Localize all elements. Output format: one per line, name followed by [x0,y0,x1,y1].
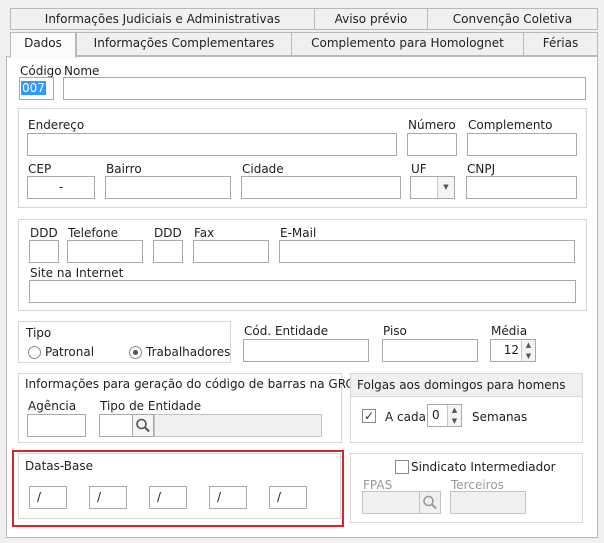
piso-label: Piso [383,324,407,338]
codigo-label: Código [20,64,62,78]
tipo-label: Tipo [26,326,52,340]
folgas-a-cada-label[interactable]: A cada [385,410,426,424]
cnpj-input[interactable] [466,176,577,199]
tab-convencao-coletiva[interactable]: Convenção Coletiva [427,8,598,30]
sindicato-checkbox[interactable] [395,460,409,474]
ddd2-label: DDD [154,226,182,240]
uf-label: UF [411,162,427,176]
tab-informacoes-complementares[interactable]: Informações Complementares [76,32,292,56]
tab-dados[interactable]: Dados [10,32,76,58]
telefone-input[interactable] [67,240,143,263]
bairro-label: Bairro [106,162,142,176]
cep-input[interactable]: - [27,176,95,199]
chevron-down-icon[interactable]: ▼ [437,177,454,198]
media-spin[interactable]: ▲ ▼ [521,340,535,361]
tab-aviso-previo[interactable]: Aviso prévio [314,8,428,30]
uf-select[interactable]: ▼ [410,176,455,199]
grcsu-title: Informações para geração do código de ba… [25,377,371,391]
fax-label: Fax [194,226,215,240]
tipo-entidade-label: Tipo de Entidade [100,399,202,413]
fax-input[interactable] [193,240,269,263]
trabalhadores-label[interactable]: Trabalhadores [146,345,230,359]
patronal-radio[interactable] [28,346,41,359]
media-label: Média [491,324,528,338]
telefone-label: Telefone [68,226,118,240]
ddd1-label: DDD [30,226,58,240]
trabalhadores-radio[interactable] [129,346,142,359]
fpas-label: FPAS [363,478,393,492]
terceiros-input [450,491,526,514]
endereco-input[interactable] [27,133,397,156]
numero-input[interactable] [407,133,457,156]
nome-input[interactable] [63,77,586,100]
agencia-input[interactable] [27,414,86,437]
fpas-search-icon [419,491,441,514]
spin-down-icon[interactable]: ▼ [448,416,461,427]
cidade-label: Cidade [242,162,284,176]
spin-down-icon[interactable]: ▼ [522,351,535,362]
media-stepper[interactable]: 12 ▲ ▼ [490,339,536,362]
piso-input[interactable] [382,339,478,362]
spin-up-icon[interactable]: ▲ [448,405,461,416]
codigo-input[interactable]: 007 [19,77,54,100]
tipo-entidade-description [154,414,322,437]
complemento-input[interactable] [467,133,577,156]
site-input[interactable] [29,280,576,303]
folgas-spin[interactable]: ▲ ▼ [447,405,461,426]
spin-up-icon[interactable]: ▲ [522,340,535,351]
cnpj-label: CNPJ [467,162,496,176]
tipo-entidade-code-input[interactable] [99,414,133,437]
ddd2-input[interactable] [153,240,183,263]
endereco-label: Endereço [28,118,85,132]
terceiros-label: Terceiros [451,478,504,492]
folgas-value: 0 [432,408,440,422]
complemento-label: Complemento [468,118,553,132]
tab-ferias[interactable]: Férias [523,32,598,56]
numero-label: Número [408,118,456,132]
nome-label: Nome [64,64,100,78]
datas-base-highlight [12,450,344,527]
search-icon[interactable] [132,414,154,437]
cidade-input[interactable] [241,176,401,199]
patronal-label[interactable]: Patronal [45,345,94,359]
fpas-input [362,491,420,514]
cod-entidade-input[interactable] [243,339,369,362]
folgas-semanas-stepper[interactable]: 0 ▲ ▼ [427,404,462,427]
cod-entidade-label: Cód. Entidade [244,324,329,338]
email-label: E-Mail [280,226,317,240]
ddd1-input[interactable] [29,240,59,263]
tab-complemento-homolognet[interactable]: Complemento para Homolognet [291,32,524,56]
folgas-title: Folgas aos domingos para homens [351,374,582,397]
site-label: Site na Internet [30,266,124,280]
codigo-value: 007 [21,81,46,95]
email-input[interactable] [279,240,575,263]
cep-label: CEP [28,162,52,176]
media-value: 12 [503,343,519,357]
folgas-checkbox[interactable]: ✓ [362,409,376,423]
tab-informacoes-judiciais[interactable]: Informações Judiciais e Administrativas [10,8,315,30]
agencia-label: Agência [28,399,77,413]
semanas-label: Semanas [472,410,528,424]
bairro-input[interactable] [105,176,231,199]
sindicato-label[interactable]: Sindicato Intermediador [411,460,556,474]
